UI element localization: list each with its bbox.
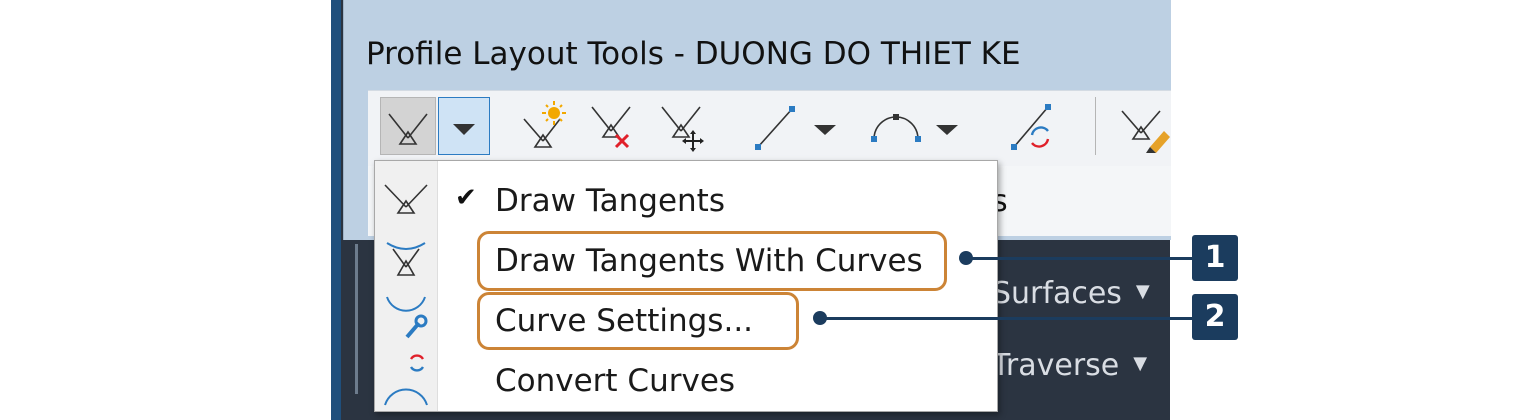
insert-pvi-icon bbox=[523, 101, 566, 148]
insert-pvi-button[interactable] bbox=[516, 97, 570, 153]
move-pvi-button[interactable] bbox=[656, 97, 710, 153]
convert-line-curve-button[interactable] bbox=[1004, 97, 1058, 153]
highlight-box-1 bbox=[477, 231, 947, 291]
draw-tangents-icon bbox=[388, 113, 428, 145]
curve-settings-icon bbox=[381, 291, 431, 341]
menu-item-convert-curves[interactable]: Convert Curves bbox=[375, 349, 997, 411]
draw-tangents-dropdown-button[interactable] bbox=[438, 97, 490, 155]
callout-badge-2: 2 bbox=[1192, 294, 1238, 340]
draw-tangents-icon bbox=[381, 173, 431, 223]
callout-line-1 bbox=[966, 257, 1194, 260]
draw-tangents-button[interactable] bbox=[380, 97, 436, 155]
draw-tangents-with-curves-icon bbox=[381, 233, 431, 283]
window-frame-edge bbox=[331, 0, 341, 420]
highlight-box-2 bbox=[477, 292, 799, 350]
edit-pvi-button[interactable] bbox=[1116, 97, 1171, 153]
dropdown-arrow-icon bbox=[453, 124, 475, 135]
window-title: Profile Layout Tools - DUONG DO THIET KE bbox=[366, 36, 1021, 72]
convert-line-curve-icon bbox=[1011, 104, 1051, 150]
curve-tool-icon bbox=[871, 114, 958, 142]
traverse-menu[interactable]: Traverse ▼ bbox=[992, 348, 1147, 383]
traverse-label: Traverse bbox=[992, 348, 1120, 383]
menu-item-label: Draw Tangents bbox=[495, 183, 725, 219]
chevron-down-icon: ▼ bbox=[1133, 353, 1148, 374]
delete-pvi-icon bbox=[591, 106, 631, 149]
surfaces-menu[interactable]: Surfaces ▼ bbox=[992, 276, 1150, 311]
delete-pvi-button[interactable] bbox=[586, 97, 640, 153]
move-pvi-icon bbox=[661, 106, 704, 152]
menu-item-label: Convert Curves bbox=[495, 363, 736, 399]
edit-pvi-icon bbox=[1121, 110, 1170, 153]
check-icon: ✔ bbox=[455, 183, 477, 213]
convert-curves-icon bbox=[381, 349, 431, 406]
menu-item-draw-tangents[interactable]: ✔ Draw Tangents bbox=[375, 169, 997, 231]
chevron-down-icon: ▼ bbox=[1135, 281, 1150, 302]
line-tool-icon bbox=[755, 106, 836, 150]
panel-divider bbox=[355, 244, 358, 394]
surfaces-label: Surfaces bbox=[992, 276, 1122, 311]
toolbar-separator bbox=[1095, 97, 1096, 155]
toolbar bbox=[368, 90, 1171, 167]
curve-tool-button[interactable] bbox=[866, 97, 970, 153]
line-tool-button[interactable] bbox=[746, 97, 846, 153]
callout-badge-1: 1 bbox=[1192, 235, 1238, 281]
callout-line-2 bbox=[820, 317, 1194, 320]
